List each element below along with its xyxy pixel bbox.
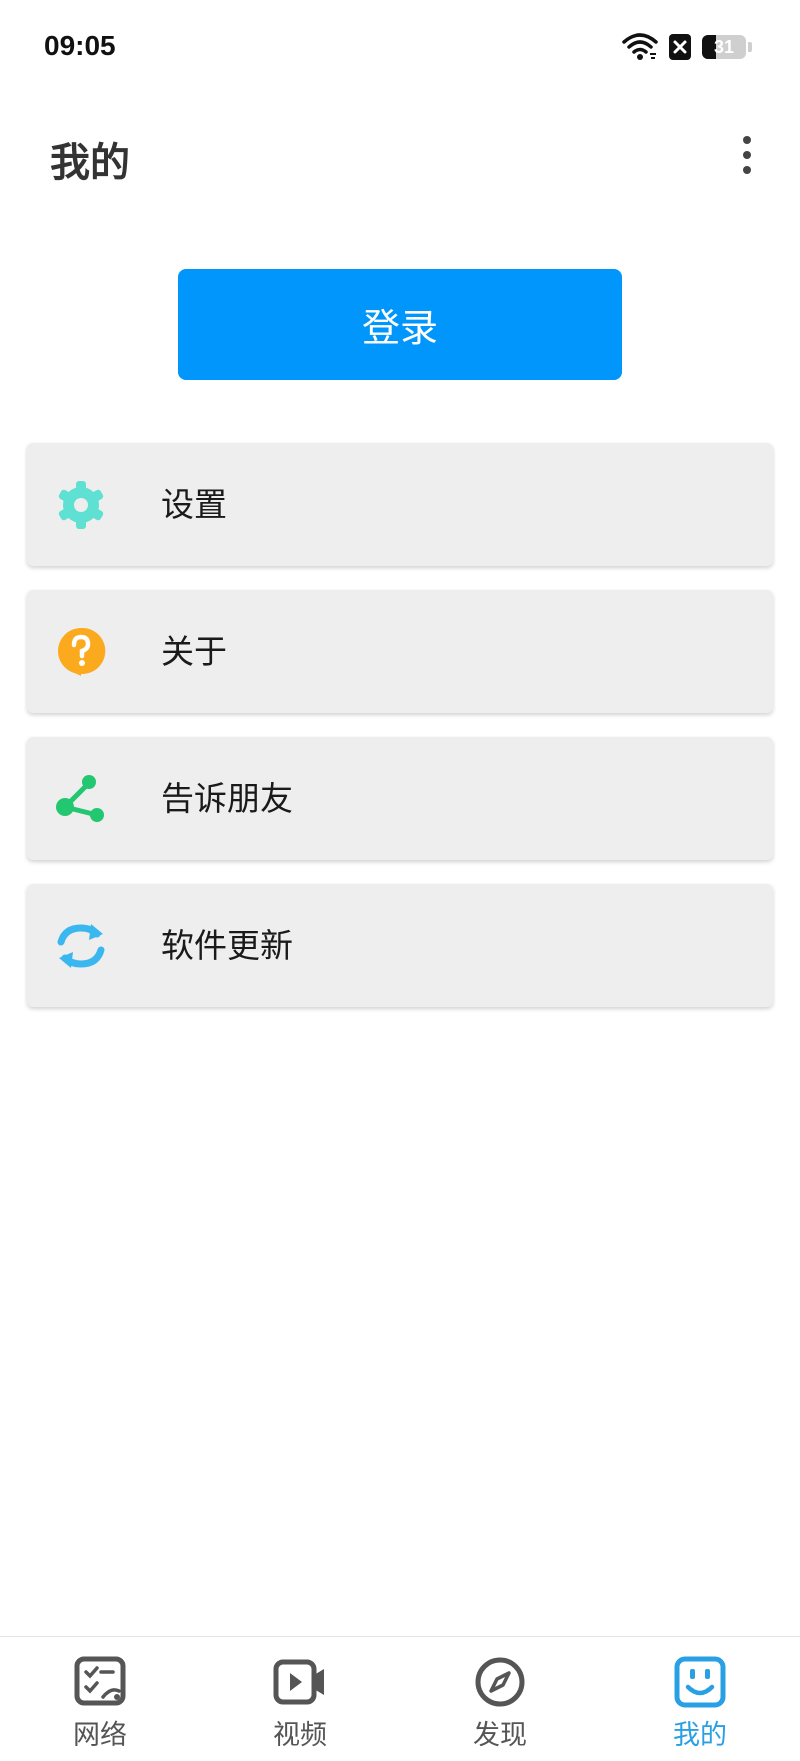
tab-label: 视频	[273, 1720, 327, 1751]
menu-list: 设置 关于 告诉朋友 软件更新	[27, 443, 773, 1031]
menu-item-label: 关于	[161, 632, 227, 671]
menu-item-label: 软件更新	[161, 926, 293, 965]
battery-indicator: 31	[702, 35, 746, 59]
wifi-icon	[622, 33, 658, 60]
tab-network[interactable]: 网络	[0, 1637, 200, 1761]
page-title: 我的	[50, 140, 130, 186]
video-icon	[273, 1659, 324, 1705]
tab-label: 网络	[73, 1720, 127, 1751]
status-icons: 31	[622, 32, 752, 62]
more-options-button[interactable]	[732, 130, 762, 180]
more-dot	[743, 166, 751, 174]
menu-item-label: 设置	[161, 485, 227, 524]
tab-label: 我的	[673, 1720, 727, 1751]
status-time: 09:05	[44, 30, 116, 61]
smiley-icon	[674, 1656, 726, 1708]
login-button[interactable]: 登录	[178, 269, 622, 380]
gear-icon	[58, 481, 104, 529]
battery-level: 31	[713, 36, 735, 57]
menu-item-update[interactable]: 软件更新	[27, 884, 773, 1007]
menu-item-share[interactable]: 告诉朋友	[27, 737, 773, 860]
menu-item-about[interactable]: 关于	[27, 590, 773, 713]
sim-off-icon	[669, 34, 691, 60]
network-icon	[74, 1656, 126, 1706]
more-dot	[743, 136, 751, 144]
help-icon	[58, 627, 106, 676]
compass-icon	[475, 1657, 525, 1707]
tab-video[interactable]: 视频	[200, 1637, 400, 1761]
share-icon	[56, 775, 104, 822]
menu-item-label: 告诉朋友	[161, 779, 293, 818]
app-header: 我的	[0, 110, 800, 200]
more-dot	[743, 151, 751, 159]
status-bar: 09:05 31	[0, 0, 800, 96]
refresh-icon	[57, 924, 105, 968]
battery-tip	[748, 42, 752, 52]
tab-mine[interactable]: 我的	[600, 1637, 800, 1761]
menu-item-settings[interactable]: 设置	[27, 443, 773, 566]
tab-label: 发现	[473, 1720, 527, 1751]
bottom-tab-bar: 网络 视频 发现 我的	[0, 1636, 800, 1761]
tab-discover[interactable]: 发现	[400, 1637, 600, 1761]
